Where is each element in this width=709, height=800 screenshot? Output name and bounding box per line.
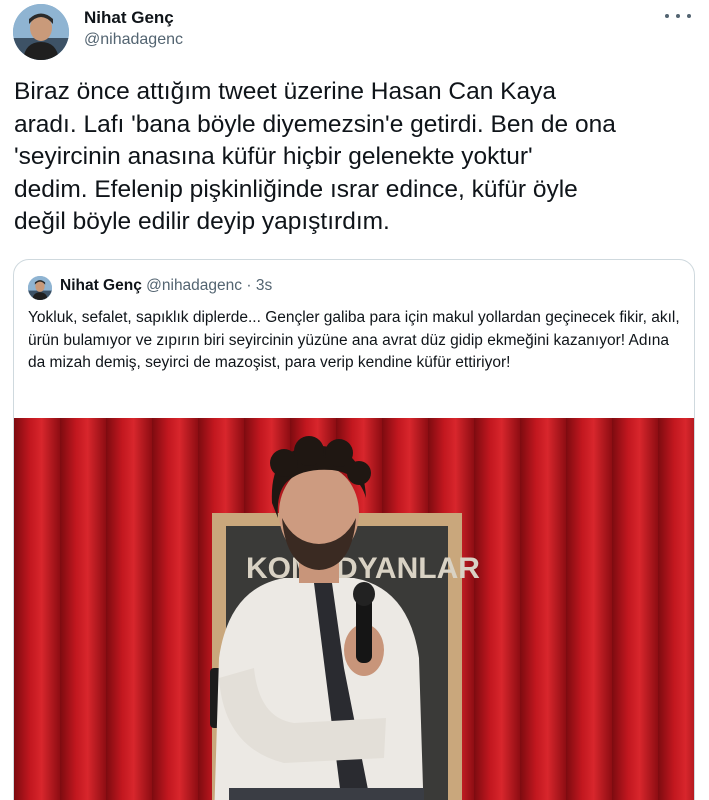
- quoted-author-name[interactable]: Nihat Genç: [60, 277, 142, 294]
- quoted-text: Yokluk, sefalet, sapıklık diplerde... Ge…: [28, 309, 680, 371]
- profile-photo-icon: [13, 4, 69, 60]
- more-horizontal-icon[interactable]: [665, 8, 691, 24]
- quoted-separator: ·: [246, 277, 252, 294]
- quoted-media[interactable]: KOMEDYANLAR: [14, 418, 694, 800]
- author-avatar[interactable]: [13, 4, 69, 60]
- quoted-author-avatar[interactable]: [28, 276, 52, 300]
- quoted-author-handle[interactable]: @nihadagenc: [146, 277, 242, 294]
- author-name[interactable]: Nihat Genç: [84, 8, 174, 28]
- quoted-header: Nihat Genç @nihadagenc · 3s: [60, 277, 272, 295]
- quoted-tweet[interactable]: Nihat Genç @nihadagenc · 3s Yokluk, sefa…: [13, 259, 695, 800]
- tweet: Nihat Genç @nihadagenc Biraz önce attığı…: [0, 0, 709, 800]
- stage-photo-icon: KOMEDYANLAR: [14, 418, 694, 800]
- quoted-timestamp[interactable]: 3s: [256, 277, 272, 294]
- profile-photo-icon: [28, 276, 52, 300]
- tweet-text: Biraz önce attığım tweet üzerine Hasan C…: [14, 78, 616, 235]
- author-handle[interactable]: @nihadagenc: [84, 31, 183, 49]
